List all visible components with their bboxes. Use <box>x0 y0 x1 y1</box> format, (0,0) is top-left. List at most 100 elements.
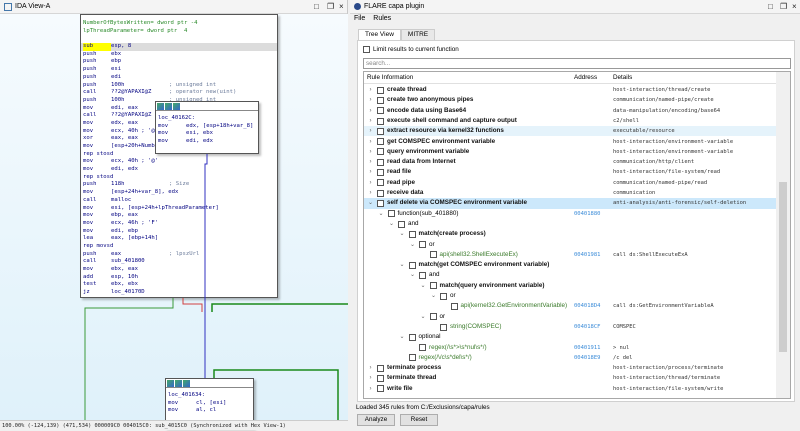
chevron-right-icon[interactable]: › <box>367 167 374 177</box>
checkbox[interactable] <box>419 272 426 280</box>
checkbox[interactable] <box>398 220 405 228</box>
graph-view[interactable]: NumberOfBytesWritten= dword ptr -4 lpThr… <box>0 14 348 428</box>
tree-row[interactable]: ⌄ and <box>364 270 777 280</box>
tree-row[interactable]: string(COMSPEC) 004018CF COMSPEC <box>364 322 777 332</box>
close-icon[interactable]: × <box>792 2 797 11</box>
chevron-right-icon[interactable]: › <box>367 95 374 105</box>
chevron-down-icon[interactable]: ⌄ <box>399 229 406 239</box>
checkbox[interactable] <box>377 385 384 393</box>
tree-row[interactable]: › get COMSPEC environment variable host-in… <box>364 137 777 147</box>
tree-row[interactable]: › read data from Internet communication/ht… <box>364 157 777 167</box>
column-address[interactable]: Address <box>574 72 597 84</box>
column-details[interactable]: Details <box>613 72 632 84</box>
checkbox[interactable] <box>440 292 447 300</box>
chevron-right-icon[interactable]: › <box>367 363 374 373</box>
checkbox[interactable] <box>429 251 437 259</box>
chevron-right-icon[interactable]: › <box>367 373 374 383</box>
address-cell[interactable]: 00401880 <box>574 209 601 219</box>
chevron-down-icon[interactable]: ⌄ <box>399 260 406 270</box>
tree-row[interactable]: › terminate thread host-interaction/thread… <box>364 373 777 383</box>
checkbox[interactable] <box>377 199 384 207</box>
checkbox[interactable] <box>408 354 416 362</box>
chevron-right-icon[interactable]: › <box>367 137 374 147</box>
tree-row[interactable]: › terminate process host-interaction/proce… <box>364 363 777 373</box>
checkbox[interactable] <box>377 117 384 125</box>
chevron-right-icon[interactable]: › <box>367 157 374 167</box>
tree-row[interactable]: › create two anonymous pipes communication… <box>364 95 777 105</box>
maximize-icon[interactable]: □ <box>768 2 773 11</box>
chevron-down-icon[interactable]: ⌄ <box>378 209 385 219</box>
checkbox[interactable] <box>377 138 384 146</box>
vertical-scrollbar[interactable] <box>776 72 790 398</box>
checkbox[interactable] <box>377 127 384 135</box>
rules-tree[interactable]: Rule Information Address Details › create… <box>363 71 791 399</box>
chevron-right-icon[interactable]: › <box>367 126 374 136</box>
scrollbar-thumb[interactable] <box>779 182 787 352</box>
chevron-down-icon[interactable]: ⌄ <box>430 291 437 301</box>
reset-button[interactable]: Reset <box>400 414 438 426</box>
tree-row[interactable]: › write file host-interaction/file-system/… <box>364 384 777 394</box>
checkbox[interactable] <box>429 313 437 321</box>
tree-row[interactable]: ⌄ match(get COMSPEC environment variable) <box>364 260 777 270</box>
checkbox[interactable] <box>408 261 416 269</box>
checkbox[interactable] <box>377 375 384 383</box>
chevron-down-icon[interactable]: ⌄ <box>367 198 374 208</box>
chevron-right-icon[interactable]: › <box>367 384 374 394</box>
restore-icon[interactable]: ❐ <box>327 2 334 11</box>
checkbox[interactable] <box>419 241 426 249</box>
tree-row[interactable]: api(shell32.ShellExecuteEx) 00401981 call … <box>364 250 777 260</box>
checkbox[interactable] <box>377 107 384 115</box>
column-rule-information[interactable]: Rule Information <box>367 72 413 84</box>
search-input[interactable]: search... <box>363 58 791 69</box>
checkbox[interactable] <box>377 189 384 197</box>
checkbox[interactable] <box>440 323 447 331</box>
limit-results-checkbox[interactable]: Limit results to current function <box>363 46 459 53</box>
tree-row[interactable]: › execute shell command and capture outpu… <box>364 116 777 126</box>
checkbox[interactable] <box>377 86 384 94</box>
chevron-right-icon[interactable]: › <box>367 85 374 95</box>
checkbox[interactable] <box>377 179 384 187</box>
tree-row[interactable]: ⌄ or <box>364 312 777 322</box>
tree-row[interactable]: ⌄ and <box>364 219 777 229</box>
tab-mitre[interactable]: MITRE <box>400 29 436 40</box>
checkbox[interactable] <box>377 96 384 104</box>
checkbox[interactable] <box>408 230 416 238</box>
tree-row[interactable]: › extract resource via kernel32 functions… <box>364 126 777 137</box>
tree-row[interactable]: ⌄ optional <box>364 332 777 342</box>
tree-row[interactable]: ⌄ or <box>364 240 777 250</box>
analyze-button[interactable]: Analyze <box>357 414 395 426</box>
checkbox[interactable] <box>363 46 370 53</box>
address-cell[interactable]: 004018CF <box>574 322 601 332</box>
address-cell[interactable]: 004018E9 <box>574 353 601 363</box>
tree-row[interactable]: › read file host-interaction/file-system/r… <box>364 167 777 177</box>
checkbox[interactable] <box>450 302 458 310</box>
tree-row[interactable]: › create thread host-interaction/thread/cr… <box>364 85 777 95</box>
tree-row[interactable]: ⌄ or <box>364 291 777 301</box>
chevron-right-icon[interactable]: › <box>367 106 374 116</box>
chevron-right-icon[interactable]: › <box>367 147 374 157</box>
chevron-down-icon[interactable]: ⌄ <box>420 312 427 322</box>
checkbox[interactable] <box>408 333 416 341</box>
tree-row[interactable]: ⌄ match(create process) <box>364 229 777 239</box>
chevron-right-icon[interactable]: › <box>367 116 374 126</box>
maximize-icon[interactable]: □ <box>314 2 319 11</box>
chevron-down-icon[interactable]: ⌄ <box>409 240 416 250</box>
chevron-down-icon[interactable]: ⌄ <box>409 270 416 280</box>
checkbox[interactable] <box>387 210 395 218</box>
tree-row[interactable]: › encode data using Base64 data-manipulati… <box>364 106 777 116</box>
checkbox[interactable] <box>377 158 384 166</box>
checkbox[interactable] <box>429 282 437 290</box>
address-cell[interactable]: 004018D4 <box>574 301 601 311</box>
menu-rules[interactable]: Rules <box>373 14 391 24</box>
tree-row[interactable]: › query environment variable host-interact… <box>364 147 777 157</box>
chevron-down-icon[interactable]: ⌄ <box>420 281 427 291</box>
chevron-down-icon[interactable]: ⌄ <box>399 332 406 342</box>
tree-row[interactable]: › read pipe communication/named-pipe/read <box>364 178 777 188</box>
tree-row[interactable]: ⌄ match(query environment variable) <box>364 281 777 291</box>
checkbox[interactable] <box>377 364 384 372</box>
chevron-right-icon[interactable]: › <box>367 188 374 198</box>
tree-row[interactable]: ⌄ function(sub_401880) 00401880 <box>364 209 777 219</box>
address-cell[interactable]: 00401981 <box>574 250 601 260</box>
chevron-right-icon[interactable]: › <box>367 178 374 188</box>
checkbox[interactable] <box>377 148 384 156</box>
